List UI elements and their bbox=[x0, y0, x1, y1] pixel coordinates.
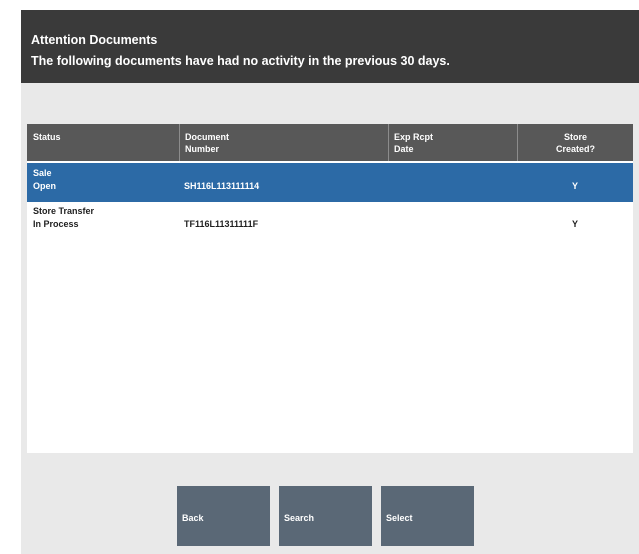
search-button-label: Search bbox=[284, 513, 315, 523]
search-button[interactable]: Search bbox=[279, 486, 372, 546]
status-state: In Process bbox=[33, 219, 79, 229]
table-header: Status Document Number Exp Rcpt Date Sto… bbox=[27, 124, 633, 161]
documents-table: Status Document Number Exp Rcpt Date Sto… bbox=[27, 124, 633, 453]
screen-header: Attention Documents The following docume… bbox=[21, 10, 639, 83]
column-header-document-number: Document Number bbox=[179, 124, 388, 161]
status-type: Store Transfer bbox=[33, 206, 95, 216]
column-header-label: Status bbox=[33, 132, 61, 142]
column-header-exp-rcpt-date: Exp Rcpt Date bbox=[388, 124, 517, 161]
screen-title: Attention Documents bbox=[31, 33, 158, 47]
screen-subtitle: The following documents have had no acti… bbox=[31, 54, 450, 68]
table-row[interactable]: Store Transfer In Process TF116L11311111… bbox=[27, 202, 633, 241]
back-button-label: Back bbox=[182, 513, 204, 523]
column-header-label: Created? bbox=[555, 144, 595, 154]
action-button-bar: Back Search Select bbox=[21, 486, 639, 546]
column-header-label: Document bbox=[185, 132, 230, 142]
status-cell: Sale Open bbox=[33, 163, 179, 206]
table-row[interactable]: Sale Open SH116L113111114 Y bbox=[27, 163, 633, 202]
column-header-store-created: Store Created? bbox=[517, 124, 633, 161]
select-button-label: Select bbox=[386, 513, 413, 523]
store-created-cell: Y bbox=[571, 219, 578, 229]
exp-rcpt-date-cell bbox=[393, 202, 517, 257]
column-header-label: Store bbox=[563, 132, 587, 142]
column-header-label: Exp Rcpt bbox=[394, 132, 434, 142]
attention-documents-screen: Attention Documents The following docume… bbox=[21, 10, 639, 554]
select-button[interactable]: Select bbox=[381, 486, 474, 546]
status-state: Open bbox=[33, 181, 57, 191]
back-button[interactable]: Back bbox=[177, 486, 270, 546]
document-number-cell: TF116L11311111F bbox=[184, 219, 259, 229]
column-header-label: Date bbox=[394, 144, 414, 154]
column-header-label: Number bbox=[185, 144, 220, 154]
column-header-status: Status bbox=[33, 124, 179, 161]
status-type: Sale bbox=[33, 168, 52, 178]
status-cell: Store Transfer In Process bbox=[33, 202, 179, 244]
